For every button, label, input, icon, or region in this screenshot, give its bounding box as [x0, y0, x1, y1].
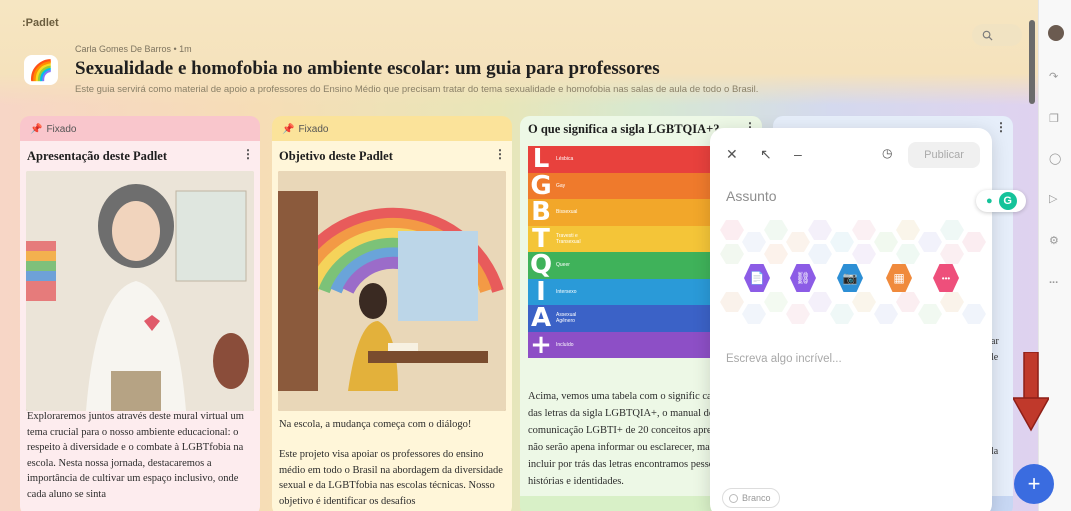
post-card[interactable]: Apresentação deste Padlet ⋮ Exploraremos…: [20, 141, 260, 511]
post-more-icon[interactable]: ⋮: [494, 147, 506, 161]
teacher-illustration: [26, 171, 254, 411]
expand-icon[interactable]: ↖: [760, 146, 772, 163]
post-intro: Na escola, a mudança começa com o diálog…: [279, 419, 472, 430]
right-toolbar: ↷ ❐ ◯ ▷ ⚙ ...: [1038, 0, 1071, 511]
search-icon: [982, 30, 993, 41]
search-button[interactable]: [972, 24, 1022, 46]
board-author: Carla Gomes De Barros • 1m: [75, 44, 192, 54]
arrow-down-icon: [1013, 352, 1049, 432]
page-title: Sexualidade e homofobia no ambiente esco…: [75, 58, 660, 79]
gear-icon[interactable]: ⚙: [1049, 234, 1059, 247]
pinned-label: 📌 Fixado: [30, 124, 77, 135]
schedule-icon[interactable]: ◷: [882, 146, 892, 160]
padlet-logo[interactable]: :Padlet: [22, 17, 59, 29]
close-icon[interactable]: ✕: [726, 146, 738, 163]
add-post-button[interactable]: +: [1014, 464, 1054, 504]
text-fragment: la: [991, 446, 999, 457]
play-icon[interactable]: ▷: [1049, 192, 1057, 205]
subject-input[interactable]: Assunto: [726, 188, 777, 204]
post-title: Objetivo deste Padlet: [279, 149, 393, 163]
publish-button[interactable]: Publicar: [908, 142, 980, 168]
post-title: Apresentação deste Padlet: [27, 149, 168, 163]
more-options-icon[interactable]: ...: [1049, 274, 1058, 286]
pin-icon: 📌: [282, 124, 295, 135]
post-image-teacher: [26, 171, 254, 411]
post-more-icon[interactable]: ⋮: [242, 147, 254, 161]
copy-icon[interactable]: ❐: [1049, 112, 1059, 125]
color-swatch-icon: [729, 493, 738, 503]
column-presentation: 📌 Fixado Apresentação deste Padlet ⋮ Exp…: [20, 116, 260, 511]
share-icon[interactable]: ↷: [1049, 70, 1058, 83]
body-input[interactable]: Escreva algo incrível...: [726, 353, 842, 365]
board-emoji-icon: 🌈: [24, 55, 58, 85]
board-scrollbar[interactable]: [1029, 20, 1035, 104]
column-objective: 📌 Fixado Objetivo deste Padlet ⋮ Na esco…: [272, 116, 512, 511]
text-fragment: ar: [991, 336, 999, 347]
post-title: O que significa a sigla LGBTQIA+?: [528, 122, 720, 136]
location-pin-icon: ●: [986, 195, 993, 207]
reader-illustration: [278, 171, 506, 411]
minimize-icon[interactable]: –: [794, 146, 802, 162]
post-body: Este projeto visa apoiar os professores …: [279, 449, 503, 507]
post-image-rainbow-reader: [278, 171, 506, 411]
board-description: Este guia servirá como material de apoio…: [75, 84, 759, 95]
pinned-label: 📌 Fixado: [282, 124, 329, 135]
post-color-selector[interactable]: Branco: [722, 488, 780, 508]
bell-icon[interactable]: ◯: [1049, 152, 1061, 165]
grammarly-widget[interactable]: ● G: [976, 190, 1026, 212]
post-card[interactable]: Objetivo deste Padlet ⋮ Na escola, a mud…: [272, 141, 512, 511]
post-more-icon[interactable]: ⋮: [995, 120, 1007, 134]
avatar[interactable]: [1048, 25, 1064, 41]
text-fragment: le: [991, 352, 999, 363]
pin-icon: 📌: [30, 124, 43, 135]
grammarly-icon: G: [998, 192, 1017, 210]
post-composer: ✕ ↖ – ◷ Publicar Assunto 📄 ⛓ 📷 ▦ ••• Esc…: [710, 128, 992, 511]
post-body: Exploraremos juntos através deste mural …: [27, 411, 244, 500]
